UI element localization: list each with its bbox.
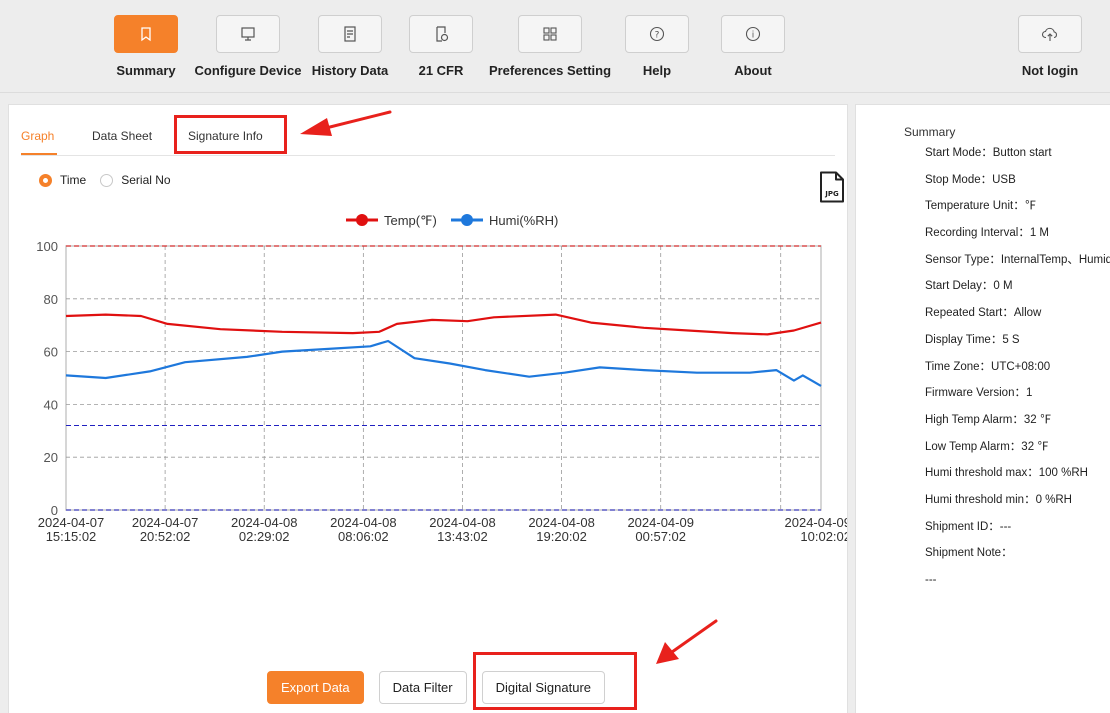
summary-title: Summary bbox=[904, 125, 956, 139]
axis-mode-radio-group: Time Serial No bbox=[39, 173, 171, 187]
active-tab-underline bbox=[21, 153, 57, 155]
legend-temp-label: Temp(℉) bbox=[384, 213, 437, 228]
toolbar-help-button[interactable]: ? Help bbox=[622, 15, 692, 85]
summary-item: Humi threshold min：0 %RH bbox=[925, 493, 1072, 506]
document-clock-icon bbox=[409, 15, 473, 53]
temperature-humidity-chart: 0204060801002024-04-0715:15:022024-04-07… bbox=[36, 213, 848, 544]
toolbar-summary-label: Summary bbox=[116, 63, 176, 78]
x-tick-date: 2024-04-08 bbox=[231, 515, 298, 530]
login-button[interactable]: Not login bbox=[1010, 15, 1090, 85]
legend-humi-label: Humi(%RH) bbox=[489, 213, 558, 228]
summary-item: Time Zone：UTC+08:00 bbox=[925, 360, 1051, 373]
summary-item: Display Time：5 S bbox=[925, 333, 1020, 346]
x-tick-date: 2024-04-07 bbox=[132, 515, 199, 530]
svg-text:i: i bbox=[752, 31, 755, 41]
tab-data-sheet[interactable]: Data Sheet bbox=[92, 129, 152, 143]
digital-signature-button[interactable]: Digital Signature bbox=[481, 671, 606, 704]
graph-panel: Graph Data Sheet Signature Info Time Ser… bbox=[8, 104, 848, 713]
tab-graph[interactable]: Graph bbox=[21, 129, 54, 143]
x-tick-date: 2024-04-08 bbox=[330, 515, 397, 530]
summary-item: Shipment Note： bbox=[925, 547, 1013, 560]
question-icon: ? bbox=[625, 15, 689, 53]
summary-item: Shipment ID：--- bbox=[925, 520, 1012, 533]
x-tick-date: 2024-04-09 bbox=[627, 515, 694, 530]
tab-bar: Graph Data Sheet Signature Info bbox=[21, 125, 835, 156]
toolbar-history-data-button[interactable]: History Data bbox=[306, 15, 394, 85]
toolbar-preferences-setting-button[interactable]: Preferences Setting bbox=[484, 15, 616, 85]
main-toolbar: Summary Configure Device History Data 21… bbox=[0, 0, 1110, 93]
summary-item: Low Temp Alarm：32 ℉ bbox=[925, 440, 1049, 453]
y-tick-label: 60 bbox=[44, 345, 58, 360]
x-tick-time: 10:02:02 bbox=[800, 529, 847, 544]
tab-signature-info[interactable]: Signature Info bbox=[188, 129, 263, 143]
toolbar-configure-device-button[interactable]: Configure Device bbox=[192, 15, 304, 85]
y-tick-label: 40 bbox=[44, 397, 58, 412]
summary-panel: Summary Start Mode：Button start Stop Mode… bbox=[855, 104, 1110, 713]
summary-item: Start Mode：Button start bbox=[925, 147, 1052, 159]
x-tick-date: 2024-04-09 bbox=[785, 515, 848, 530]
y-tick-label: 100 bbox=[36, 239, 58, 254]
jpg-icon-label: JPG bbox=[824, 190, 839, 198]
x-tick-time: 20:52:02 bbox=[140, 529, 191, 544]
x-tick-date: 2024-04-08 bbox=[429, 515, 496, 530]
info-icon: i bbox=[721, 15, 785, 53]
monitor-icon bbox=[216, 15, 280, 53]
cloud-upload-icon bbox=[1018, 15, 1082, 53]
login-label: Not login bbox=[1021, 63, 1079, 78]
x-tick-time: 19:20:02 bbox=[536, 529, 587, 544]
action-buttons: Export Data Data Filter Digital Signatur… bbox=[267, 671, 620, 704]
x-tick-time: 08:06:02 bbox=[338, 529, 389, 544]
summary-item: Humi threshold max：100 %RH bbox=[925, 467, 1088, 480]
toolbar-about-label: About bbox=[734, 63, 772, 78]
summary-item: Stop Mode：USB bbox=[925, 173, 1016, 186]
summary-item: Start Delay：0 M bbox=[925, 280, 1013, 293]
y-tick-label: 80 bbox=[44, 292, 58, 307]
toolbar-about-button[interactable]: i About bbox=[718, 15, 788, 85]
toolbar-configure-device-label: Configure Device bbox=[194, 63, 302, 78]
toolbar-21cfr-label: 21 CFR bbox=[418, 63, 464, 78]
summary-item: Firmware Version：1 bbox=[925, 387, 1033, 400]
summary-item: Repeated Start：Allow bbox=[925, 307, 1042, 320]
toolbar-summary-button[interactable]: Summary bbox=[106, 15, 186, 85]
history-document-icon bbox=[318, 15, 382, 53]
serial-no-radio[interactable] bbox=[100, 173, 114, 187]
y-tick-label: 20 bbox=[44, 450, 58, 465]
summary-item: High Temp Alarm：32 ℉ bbox=[925, 413, 1052, 426]
summary-item: Temperature Unit：℉ bbox=[925, 200, 1037, 213]
time-radio-label: Time bbox=[60, 173, 87, 187]
data-filter-button[interactable]: Data Filter bbox=[378, 671, 467, 704]
summary-item: --- bbox=[925, 574, 937, 586]
time-radio[interactable] bbox=[39, 173, 52, 187]
legend-humi-marker bbox=[461, 214, 473, 226]
serial-no-radio-label: Serial No bbox=[121, 173, 171, 187]
toolbar-preferences-setting-label: Preferences Setting bbox=[488, 63, 612, 78]
bookmark-icon bbox=[114, 15, 178, 53]
x-tick-date: 2024-04-08 bbox=[528, 515, 595, 530]
legend-temp-marker bbox=[356, 214, 368, 226]
export-data-button[interactable]: Export Data bbox=[267, 671, 364, 704]
x-tick-time: 00:57:02 bbox=[635, 529, 686, 544]
x-tick-date: 2024-04-07 bbox=[38, 515, 105, 530]
summary-list: Start Mode：Button start Stop Mode：USB Temp… bbox=[925, 145, 1110, 599]
toolbar-help-label: Help bbox=[642, 63, 672, 78]
svg-text:?: ? bbox=[655, 31, 660, 41]
toolbar-21cfr-button[interactable]: 21 CFR bbox=[406, 15, 476, 85]
grid-icon bbox=[518, 15, 582, 53]
summary-item: Sensor Type：InternalTemp、Humidity bbox=[925, 253, 1110, 266]
summary-item: Recording Interval：1 M bbox=[925, 227, 1049, 240]
toolbar-history-data-label: History Data bbox=[311, 63, 389, 78]
x-tick-time: 13:43:02 bbox=[437, 529, 488, 544]
x-tick-time: 02:29:02 bbox=[239, 529, 290, 544]
plot-area bbox=[65, 245, 822, 511]
x-tick-time: 15:15:02 bbox=[46, 529, 97, 544]
